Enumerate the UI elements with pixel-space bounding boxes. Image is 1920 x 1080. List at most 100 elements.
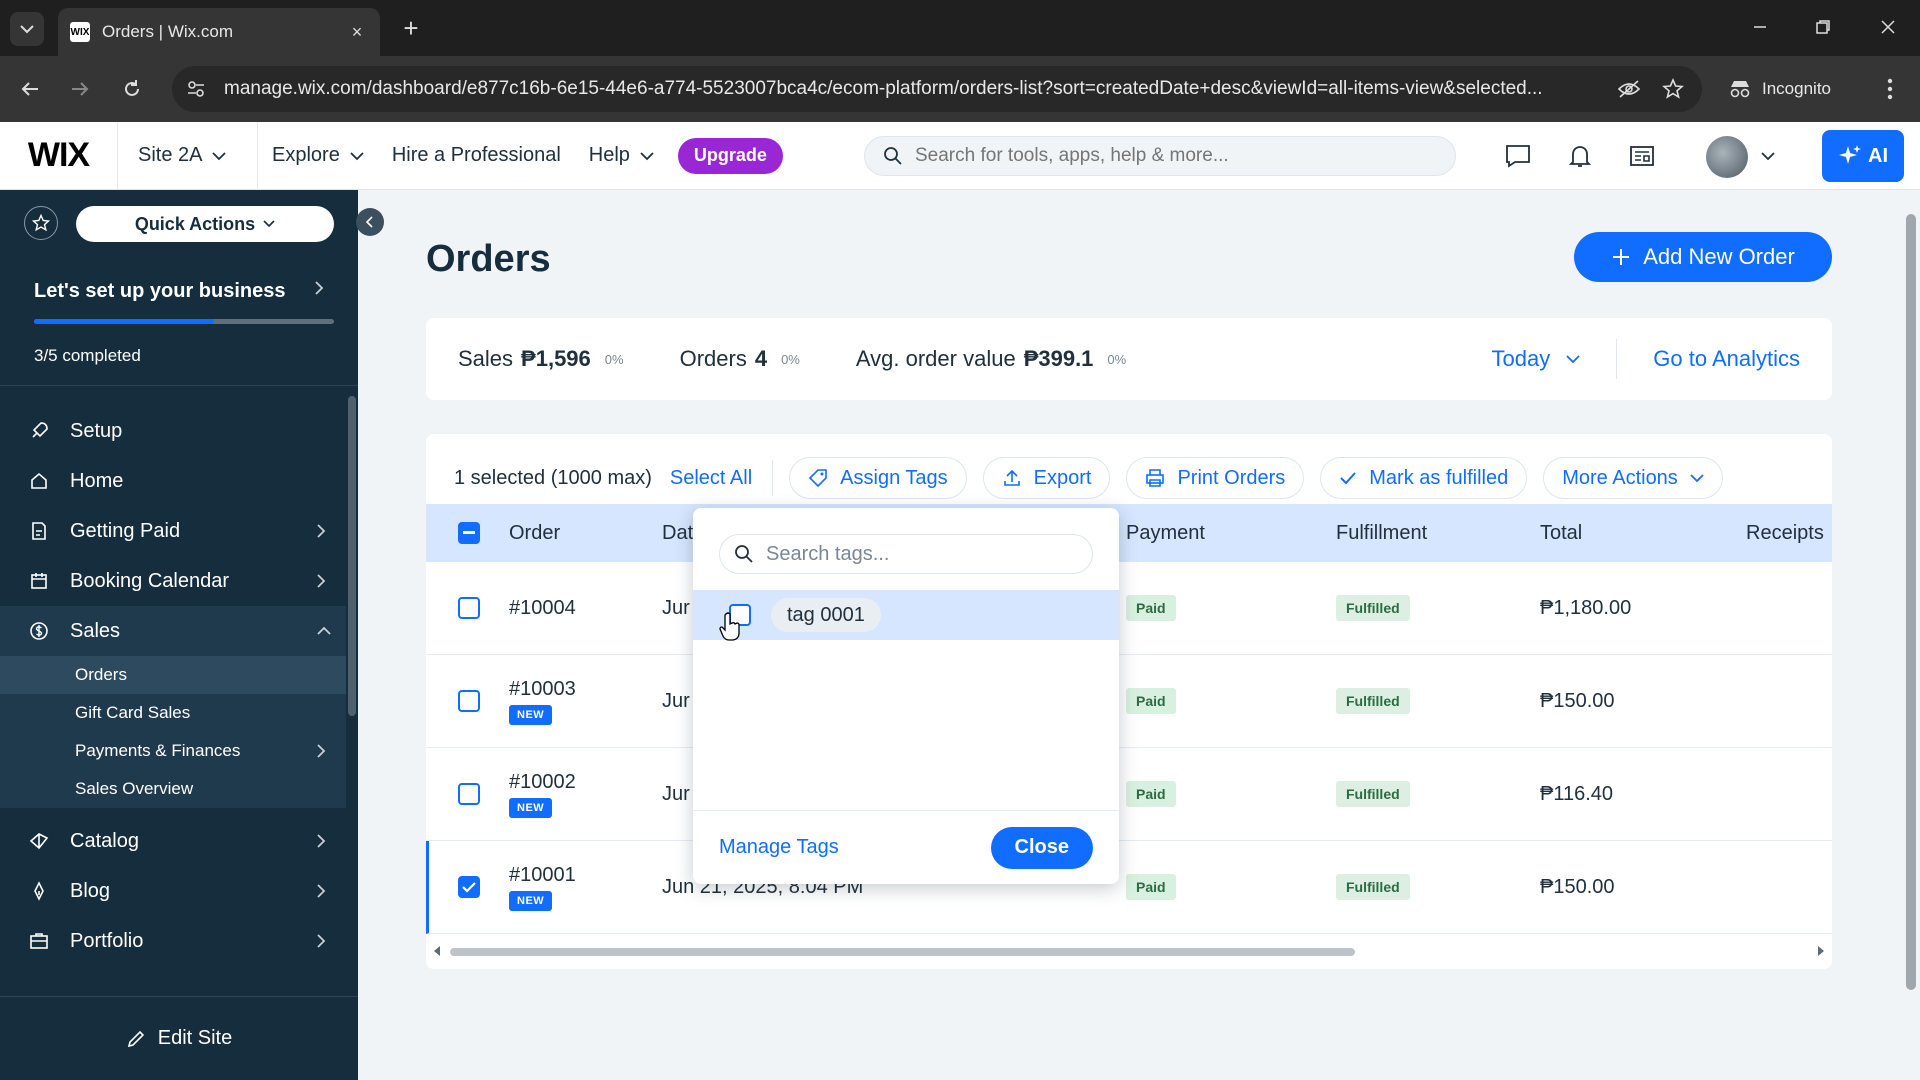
sidebar-scrollbar[interactable] (348, 396, 356, 716)
help-menu[interactable]: Help (575, 122, 668, 190)
site-selector[interactable]: Site 2A (118, 121, 258, 190)
export-button[interactable]: Export (982, 457, 1111, 499)
select-all-checkbox[interactable] (458, 522, 480, 544)
period-label: Today (1491, 346, 1551, 371)
scroll-left-icon[interactable] (432, 945, 442, 957)
sidebar-item-getting-paid[interactable]: Getting Paid (0, 506, 346, 556)
reload-button[interactable] (115, 72, 149, 106)
more-actions-button[interactable]: More Actions (1543, 457, 1723, 499)
sidebar-item-setup[interactable]: Setup (0, 406, 346, 456)
tag-search-box[interactable] (719, 534, 1093, 574)
sidebar-item-booking-calendar[interactable]: Booking Calendar (0, 556, 346, 606)
print-orders-button[interactable]: Print Orders (1126, 457, 1305, 499)
pencil-icon (127, 1030, 144, 1047)
site-preview-button[interactable] (1624, 138, 1660, 174)
scrollbar-thumb[interactable] (450, 948, 1355, 956)
sidebar-subitem-gift-card-sales[interactable]: Gift Card Sales (0, 694, 346, 732)
hire-professional-link[interactable]: Hire a Professional (378, 122, 575, 190)
sidebar-item-portfolio[interactable]: Portfolio (0, 916, 346, 966)
chevron-down-icon (20, 25, 34, 34)
column-header-total[interactable]: Total (1540, 522, 1582, 545)
row-checkbox[interactable] (458, 783, 480, 805)
home-icon (28, 470, 50, 492)
fulfillment-status-badge: Fulfilled (1336, 874, 1410, 900)
table-row[interactable]: #10003 NEW Jur Paid Fulfilled ₱150.00 (426, 655, 1832, 748)
page-scrollbar-thumb[interactable] (1906, 214, 1916, 990)
global-search-box[interactable] (864, 136, 1456, 176)
table-row[interactable]: #10004 Jur Paid Fulfilled ₱1,180.00 (426, 562, 1832, 655)
minus-icon (463, 531, 475, 534)
tab-search-button[interactable] (10, 12, 44, 46)
new-tab-button[interactable]: + (398, 14, 424, 42)
collapse-sidebar-button[interactable] (356, 208, 384, 236)
forward-button[interactable] (63, 72, 97, 106)
sidebar-item-catalog[interactable]: Catalog (0, 816, 346, 866)
bookmark-star-button[interactable] (1658, 74, 1688, 104)
row-checkbox[interactable] (458, 597, 480, 619)
chevron-down-icon (640, 151, 654, 160)
tracking-protection-icon[interactable] (1614, 74, 1644, 104)
period-dropdown[interactable]: Today (1492, 339, 1618, 379)
tag-option[interactable]: tag 0001 (693, 590, 1119, 640)
account-menu-chevron[interactable] (1750, 138, 1786, 174)
horizontal-scrollbar[interactable] (426, 936, 1832, 966)
add-new-order-button[interactable]: Add New Order (1574, 232, 1832, 282)
favorites-button[interactable] (24, 206, 58, 240)
calendar-icon (28, 570, 50, 592)
chevron-right-icon (316, 833, 346, 849)
sidebar-item-blog[interactable]: Blog (0, 866, 346, 916)
ai-assistant-button[interactable]: AI (1822, 130, 1904, 182)
close-button[interactable]: Close (990, 826, 1093, 869)
wix-logo[interactable]: WIX (0, 121, 118, 190)
sidebar-subitem-orders[interactable]: Orders (0, 656, 346, 694)
global-search-input[interactable] (915, 145, 1437, 167)
restore-button[interactable] (1803, 10, 1843, 44)
column-header-fulfillment[interactable]: Fulfillment (1336, 522, 1427, 545)
avatar[interactable] (1706, 136, 1748, 178)
manage-tags-link[interactable]: Manage Tags (719, 836, 839, 859)
edit-site-button[interactable]: Edit Site (0, 996, 358, 1080)
quick-actions-button[interactable]: Quick Actions (76, 206, 334, 242)
export-label: Export (1033, 466, 1092, 489)
column-header-order[interactable]: Order (509, 522, 560, 545)
column-header-payment[interactable]: Payment (1126, 522, 1205, 545)
explore-menu[interactable]: Explore (258, 122, 378, 190)
back-button[interactable] (13, 72, 47, 106)
sidebar-subitem-sales-overview[interactable]: Sales Overview (0, 770, 346, 808)
select-all-link[interactable]: Select All (670, 460, 774, 496)
sidebar-item-sales[interactable]: Sales (0, 606, 346, 656)
site-info-icon[interactable] (186, 79, 206, 99)
setup-progress-card[interactable]: Let's set up your business 3/5 completed (0, 258, 358, 386)
order-number: #10002 (509, 770, 576, 793)
notifications-button[interactable] (1562, 138, 1598, 174)
browser-tab[interactable]: WIX Orders | Wix.com × (58, 8, 380, 56)
scroll-right-icon[interactable] (1816, 945, 1826, 957)
tab-close-icon[interactable]: × (346, 22, 368, 43)
table-row[interactable]: #10001 NEW Jun 21, 2025, 8:04 PM Paid Fu… (426, 841, 1832, 934)
star-icon (32, 214, 50, 232)
chevron-right-icon (316, 573, 346, 589)
browser-menu-button[interactable] (1875, 72, 1905, 106)
address-bar[interactable]: manage.wix.com/dashboard/e877c16b-6e15-4… (172, 66, 1702, 112)
column-header-date[interactable]: Dat (662, 522, 693, 545)
page-scrollbar[interactable] (1902, 190, 1920, 1080)
table-row[interactable]: #10002 NEW Jur Paid Fulfilled ₱116.40 (426, 748, 1832, 841)
column-header-receipts[interactable]: Receipts (1746, 522, 1824, 545)
page-title: Orders (426, 238, 551, 280)
order-total: ₱150.00 (1540, 875, 1615, 898)
incognito-indicator[interactable]: Incognito (1728, 68, 1831, 110)
close-window-button[interactable] (1868, 10, 1908, 44)
inbox-button[interactable] (1500, 138, 1536, 174)
minimize-button[interactable] (1740, 10, 1780, 44)
tag-search-input[interactable] (766, 542, 1078, 566)
row-checkbox[interactable] (458, 690, 480, 712)
sidebar-item-home[interactable]: Home (0, 456, 346, 506)
sidebar-subitem-payments-finances[interactable]: Payments & Finances (0, 732, 346, 770)
upgrade-button[interactable]: Upgrade (677, 137, 783, 174)
row-checkbox[interactable] (458, 876, 480, 898)
go-to-analytics-link[interactable]: Go to Analytics (1617, 346, 1800, 372)
mark-as-fulfilled-button[interactable]: Mark as fulfilled (1320, 457, 1528, 499)
assign-tags-button[interactable]: Assign Tags (789, 457, 967, 499)
stat-value: ₱399.1 (1023, 346, 1094, 371)
wix-top-bar: WIX Site 2A Explore Hire a Professional … (0, 121, 1920, 190)
